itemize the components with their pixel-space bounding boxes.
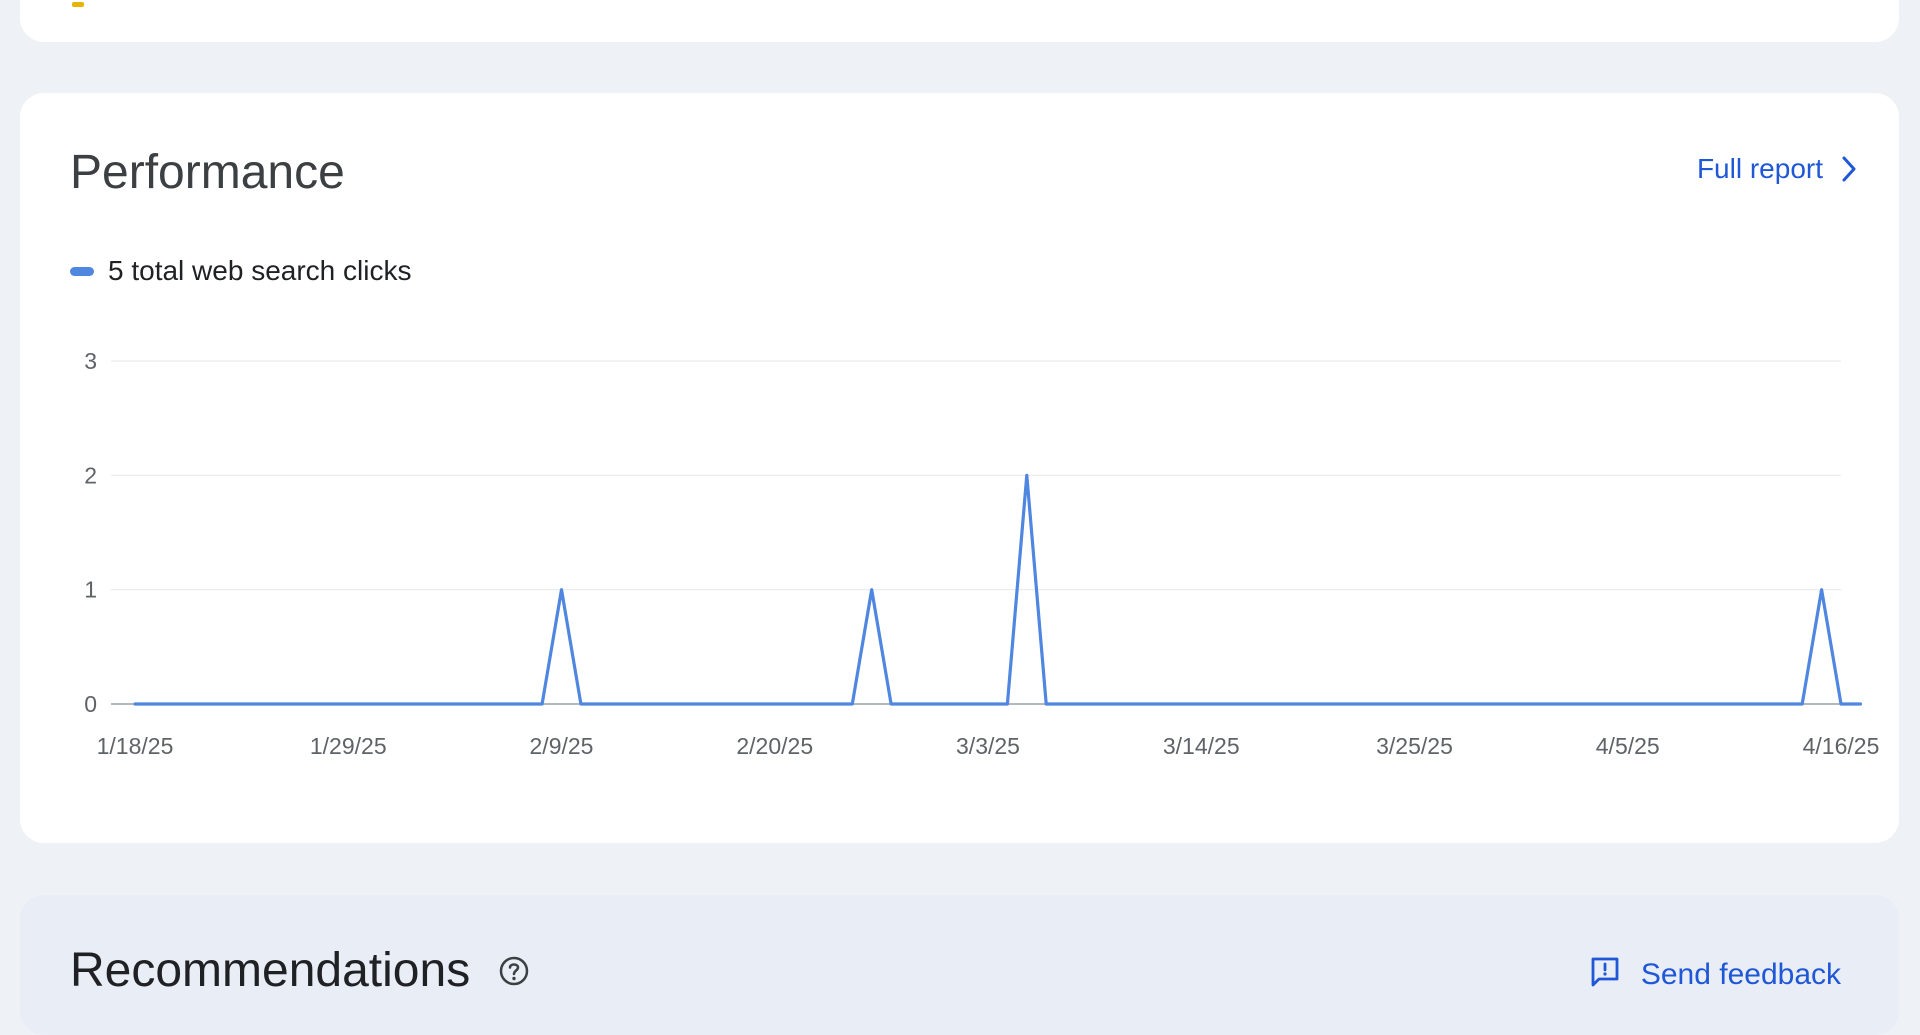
help-circle-icon[interactable] (498, 955, 530, 987)
y-tick-label: 3 (84, 348, 97, 374)
send-feedback-button[interactable]: Send feedback (1589, 955, 1841, 995)
y-tick-label: 0 (84, 691, 97, 717)
performance-card: Performance Full report 5 total web sear… (20, 93, 1899, 843)
recommendations-title: Recommendations (70, 943, 470, 998)
x-tick-label: 3/3/25 (956, 733, 1020, 759)
x-tick-label: 3/25/25 (1376, 733, 1453, 759)
send-feedback-label: Send feedback (1641, 958, 1841, 992)
x-tick-label: 2/9/25 (530, 733, 594, 759)
x-tick-label: 4/16/25 (1803, 733, 1880, 759)
x-tick-label: 1/18/25 (97, 733, 174, 759)
x-tick-label: 3/14/25 (1163, 733, 1240, 759)
x-tick-label: 1/29/25 (310, 733, 387, 759)
clicks-chart-svg: 0 1 2 3 1/18/25 1/29/25 2/9/25 2/20/25 3/3/25 3/1… (20, 93, 1899, 843)
y-tick-label: 2 (84, 462, 97, 488)
recommendations-heading: Recommendations (70, 943, 530, 998)
x-tick-label: 2/20/25 (736, 733, 813, 759)
previous-card (20, 0, 1899, 42)
x-tick-label: 4/5/25 (1596, 733, 1660, 759)
y-tick-label: 1 (84, 577, 97, 603)
recommendations-card: Recommendations Send feedback (20, 895, 1899, 1035)
status-marker (72, 2, 84, 7)
clicks-chart[interactable]: 0 1 2 3 1/18/25 1/29/25 2/9/25 2/20/25 3/3/25 3/1… (20, 93, 1899, 843)
feedback-icon (1589, 955, 1621, 995)
